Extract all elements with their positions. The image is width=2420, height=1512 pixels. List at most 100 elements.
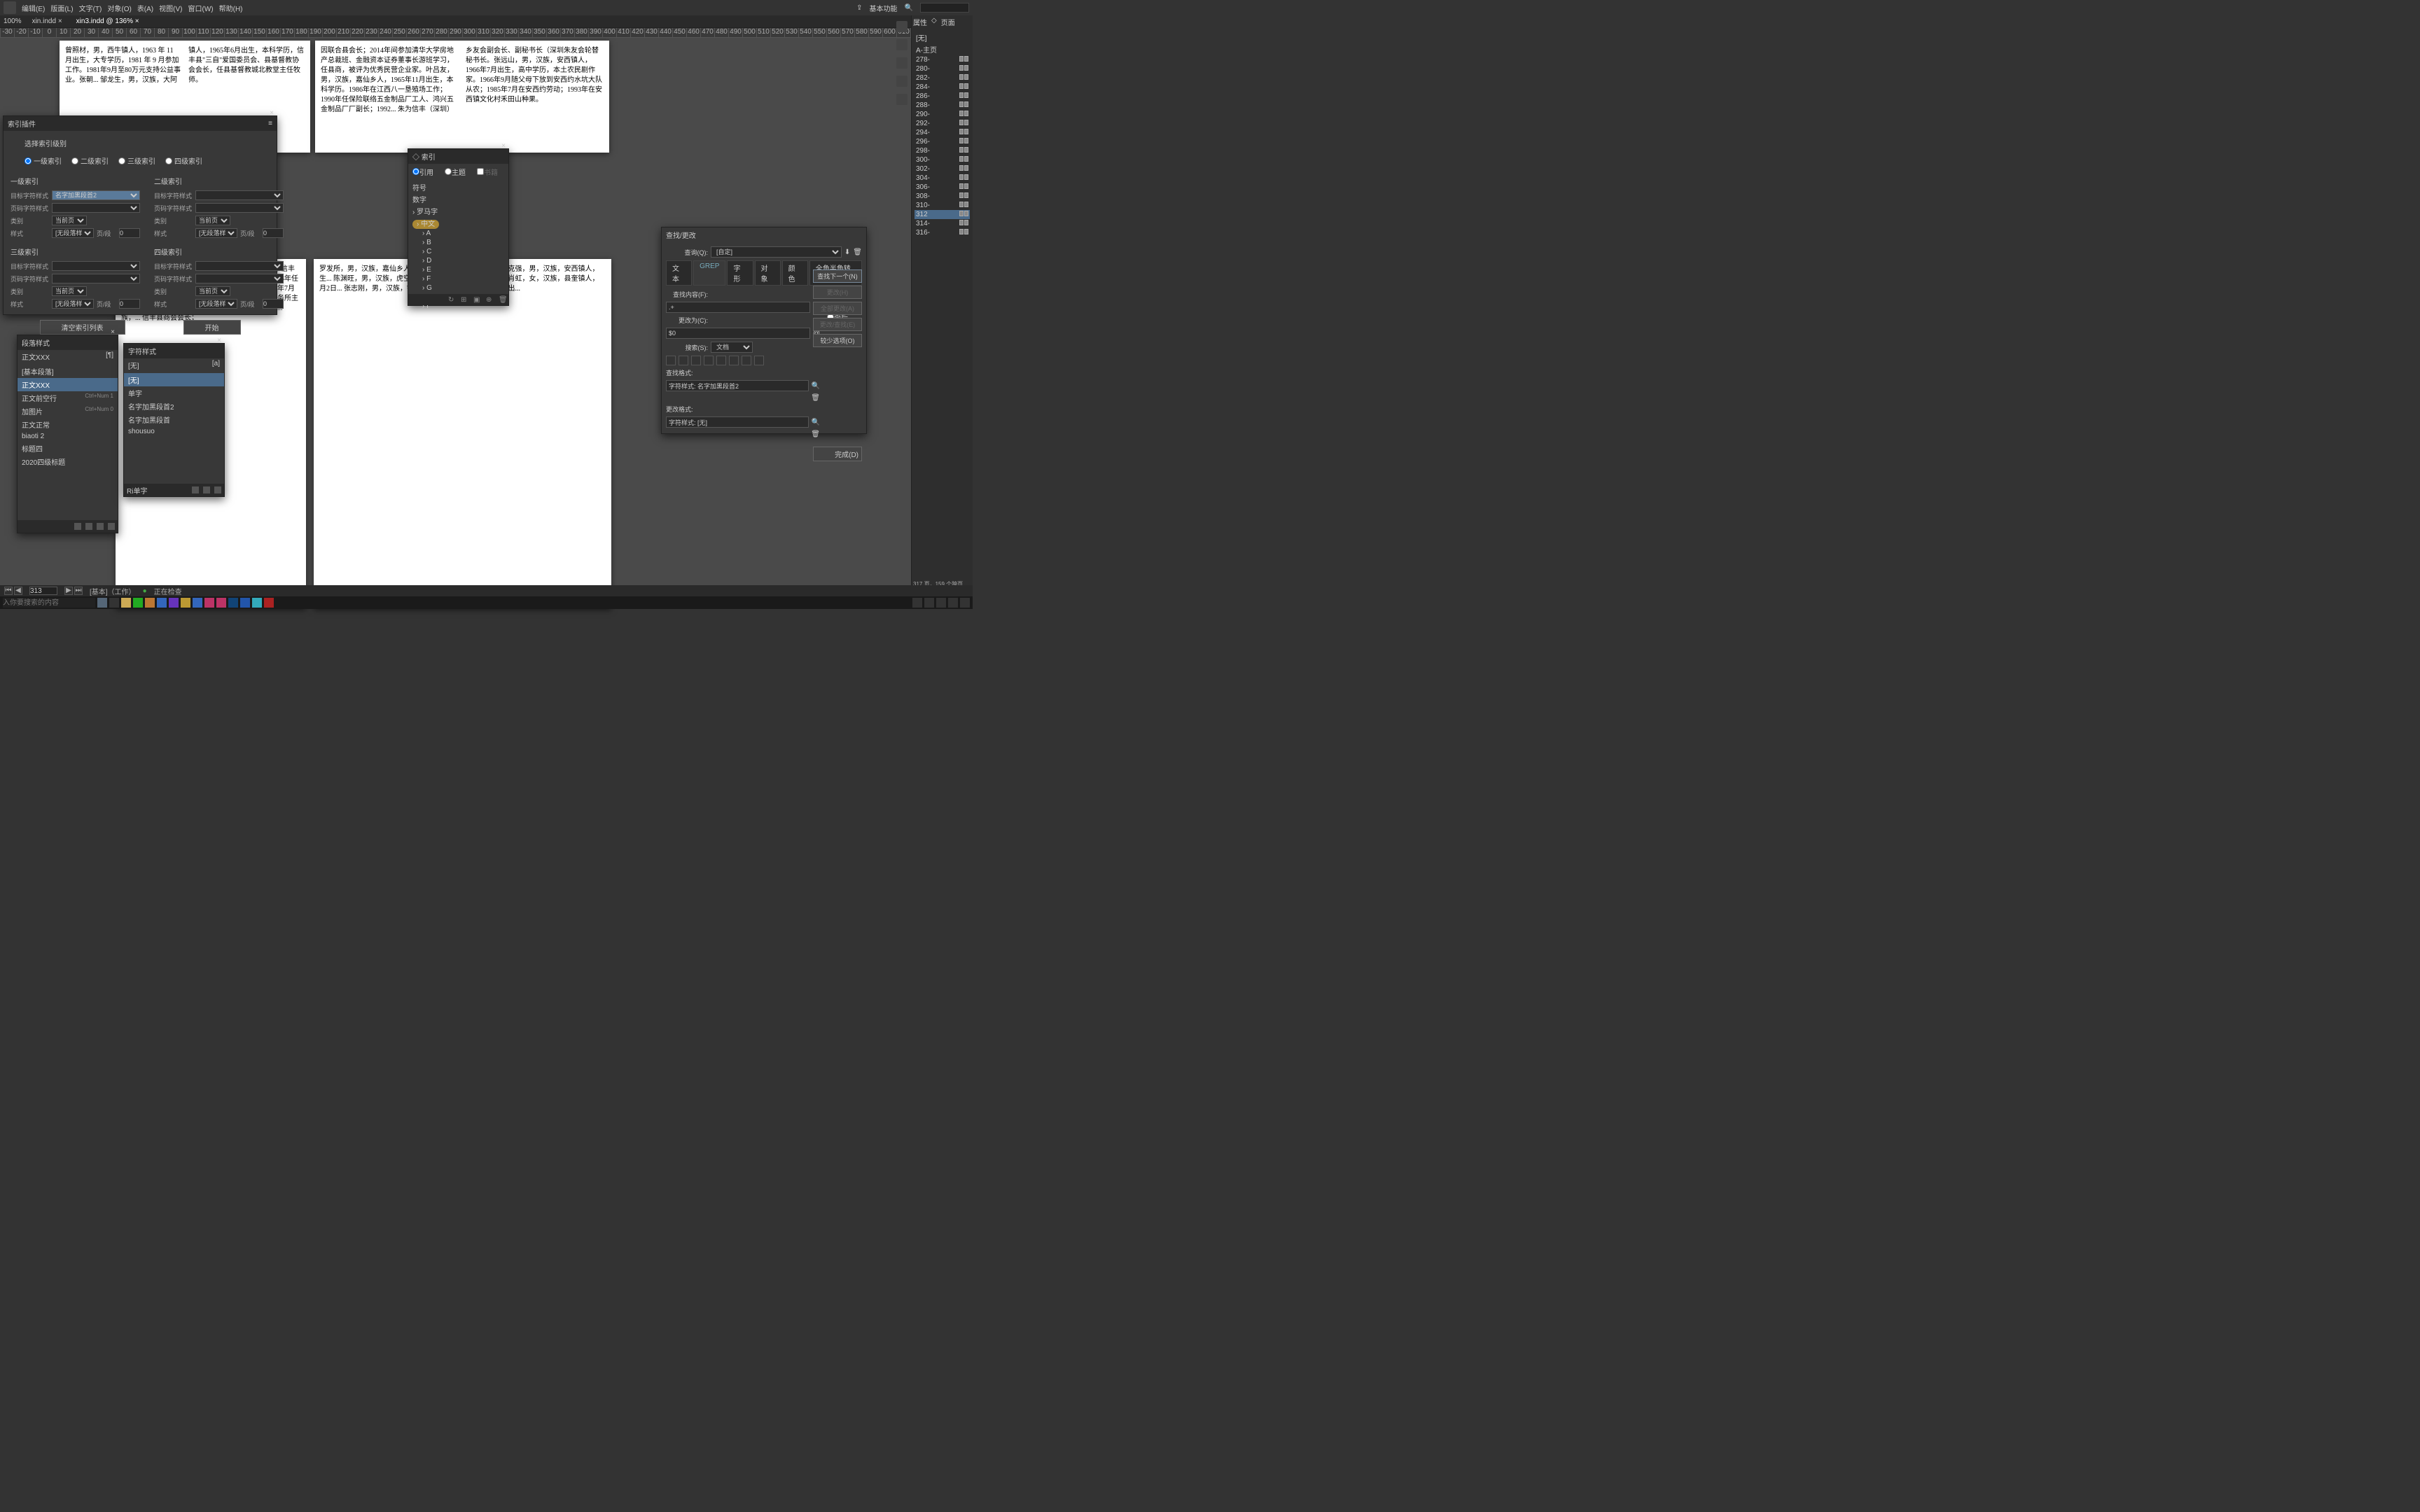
menu-object[interactable]: 对象(O) <box>107 3 131 13</box>
taskbar-ps-icon[interactable] <box>228 598 238 608</box>
target-style-1[interactable]: 名字加黑段首2 <box>52 190 140 200</box>
case-sensitive-icon[interactable] <box>716 356 726 365</box>
find-input[interactable] <box>666 302 810 313</box>
taskbar-app-icon[interactable] <box>157 598 167 608</box>
start-button[interactable]: 开始 <box>183 320 241 335</box>
clear-format-icon[interactable]: 🗑 <box>811 430 820 438</box>
close-icon[interactable]: × <box>270 109 274 117</box>
taskbar-browser-icon[interactable] <box>145 598 155 608</box>
menu-help[interactable]: 帮助(H) <box>219 3 243 13</box>
page-master[interactable]: A-主页 <box>915 43 970 55</box>
style-3[interactable]: [无段落样式] <box>52 299 94 309</box>
tray-icon[interactable] <box>912 598 922 608</box>
index-tree-node[interactable]: › G <box>412 284 504 293</box>
change-format[interactable] <box>666 416 809 428</box>
para-style-item[interactable]: 正文XXX <box>18 378 118 391</box>
change-input[interactable] <box>666 328 810 339</box>
page-thumbnail[interactable]: 292- <box>915 119 970 128</box>
cat-3[interactable]: 当前页 <box>52 286 87 296</box>
para-style-item[interactable]: 2020四级标题 <box>18 455 118 468</box>
trash-icon[interactable]: 🗑 <box>499 296 506 303</box>
link-icon[interactable] <box>85 523 92 530</box>
search-locked-icon[interactable] <box>666 356 676 365</box>
checkbox-book[interactable]: 书籍 <box>477 167 498 177</box>
tray-sound-icon[interactable] <box>960 598 970 608</box>
colors-icon[interactable] <box>896 57 908 69</box>
page-thumbnail[interactable]: 298- <box>915 146 970 155</box>
page-thumbnail[interactable]: 314- <box>915 219 970 228</box>
swatches-icon[interactable] <box>896 76 908 87</box>
radio-level-2[interactable]: 二级索引 <box>71 155 109 166</box>
tab-pages[interactable]: 页面 <box>941 17 955 27</box>
style-2[interactable]: [无段落样式] <box>195 228 237 238</box>
main-canvas[interactable]: -30-20-100102030405060708090100110120130… <box>0 28 973 595</box>
tab-xin[interactable]: xin.indd × <box>29 18 66 25</box>
radio-topic[interactable]: 主题 <box>445 167 466 177</box>
tray-wifi-icon[interactable] <box>948 598 958 608</box>
search-master-icon[interactable] <box>691 356 701 365</box>
new-icon[interactable] <box>97 523 104 530</box>
page-thumbnail[interactable]: 282- <box>915 74 970 83</box>
taskbar-app2-icon[interactable] <box>181 598 190 608</box>
menu-layout[interactable]: 版面(L) <box>50 3 73 13</box>
clear-format-icon[interactable]: 🗑 <box>811 394 820 402</box>
delete-query-icon[interactable]: 🗑 <box>853 248 862 256</box>
find-format[interactable] <box>666 380 809 391</box>
properties-icon[interactable] <box>896 21 908 32</box>
search-icon[interactable]: 🔍 <box>905 4 913 12</box>
page-thumbnail[interactable]: 306- <box>915 183 970 192</box>
change-find-button[interactable]: 更改/查找(E) <box>813 318 862 331</box>
tab-text[interactable]: 文本 <box>666 260 692 286</box>
page-thumbnail[interactable]: 296- <box>915 137 970 146</box>
close-icon[interactable]: × <box>217 337 221 344</box>
page-thumbnail[interactable]: 312 <box>915 210 970 219</box>
taskbar-start-icon[interactable] <box>97 598 107 608</box>
new-icon[interactable] <box>203 486 210 493</box>
last-page-button[interactable]: ⏭ <box>74 587 83 595</box>
cat-1[interactable]: 当前页 <box>52 216 87 225</box>
page-thumbnail[interactable]: 284- <box>915 83 970 92</box>
char-style-item[interactable]: 名字加黑段首2 <box>124 400 224 413</box>
page-thumbnail[interactable]: 316- <box>915 228 970 237</box>
zoom-level[interactable]: 100% <box>4 18 22 25</box>
taskbar-app4-icon[interactable] <box>252 598 262 608</box>
menu-view[interactable]: 视图(V) <box>159 3 182 13</box>
find-next-button[interactable]: 查找下一个(N) <box>813 270 862 283</box>
search-scope[interactable]: 文档 <box>711 342 753 353</box>
style-4[interactable]: [无段落样式] <box>195 299 237 309</box>
tab-object[interactable]: 对象 <box>755 260 781 286</box>
para-style-item[interactable]: 正文前空行Ctrl+Num 1 <box>18 391 118 405</box>
style-1[interactable]: [无段落样式] <box>52 228 94 238</box>
char-style-item[interactable]: 单字 <box>124 386 224 400</box>
cc-libraries-icon[interactable] <box>896 39 908 50</box>
target-style-2[interactable] <box>195 190 284 200</box>
fewer-options-button[interactable]: 较少选项(O) <box>813 334 862 347</box>
next-page-button[interactable]: ▶ <box>64 587 73 595</box>
char-style-item[interactable]: [无] <box>124 373 224 386</box>
whole-word-icon[interactable] <box>729 356 739 365</box>
page-style-2[interactable] <box>195 203 284 213</box>
index-tree-node[interactable]: › F <box>412 274 504 284</box>
para-style-item[interactable]: 标题四 <box>18 442 118 455</box>
page-thumbnail[interactable]: 300- <box>915 155 970 164</box>
radio-level-3[interactable]: 三级索引 <box>118 155 155 166</box>
page-number-input[interactable] <box>29 587 57 595</box>
search-footnotes-icon[interactable] <box>704 356 714 365</box>
page-val-1[interactable] <box>119 228 140 238</box>
index-tree-node[interactable]: › B <box>412 238 504 247</box>
share-icon[interactable]: ⇪ <box>856 4 862 12</box>
page-val-3[interactable] <box>119 299 140 309</box>
close-icon[interactable]: × <box>501 142 506 150</box>
page-none[interactable]: [无] <box>915 31 970 43</box>
page-thumbnail[interactable]: 280- <box>915 64 970 74</box>
generate-icon[interactable]: ⊕ <box>486 296 493 303</box>
taskbar-record-icon[interactable] <box>264 598 274 608</box>
index-tree-node[interactable]: › C <box>412 247 504 256</box>
taskbar-vs-icon[interactable] <box>169 598 179 608</box>
page-thumbnail[interactable]: 304- <box>915 174 970 183</box>
tab-grep[interactable]: GREP <box>693 260 725 286</box>
page-val-2[interactable] <box>263 228 284 238</box>
para-style-item[interactable]: biaoti 2 <box>18 431 118 442</box>
specify-format-icon[interactable]: 🔍 <box>812 382 820 390</box>
specify-format-icon[interactable]: 🔍 <box>812 419 820 426</box>
